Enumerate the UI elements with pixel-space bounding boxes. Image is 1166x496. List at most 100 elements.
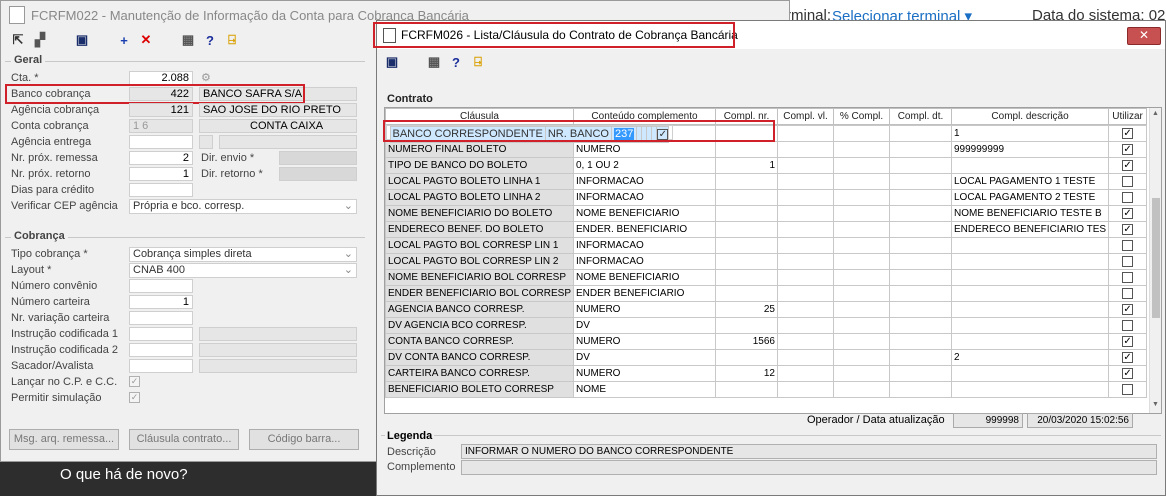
save-icon[interactable]: ▣ [381, 53, 403, 71]
table-row[interactable]: ENDERECO BENEF. DO BOLETO ENDER. BENEFICI… [385, 221, 1148, 238]
pct-compl-cell[interactable] [833, 173, 890, 190]
pct-compl-cell[interactable] [833, 349, 890, 366]
compl-dt-cell[interactable] [889, 157, 952, 174]
utilizar-checkbox[interactable]: ✓ [1122, 143, 1134, 155]
pct-compl-cell[interactable] [833, 237, 890, 254]
compl-desc-cell[interactable]: 2 [950, 349, 1110, 366]
compl-desc-cell[interactable]: 999999999 [950, 141, 1110, 158]
pct-compl-cell[interactable] [833, 381, 890, 398]
dias-field[interactable] [129, 183, 193, 197]
compl-nr-cell[interactable] [715, 381, 778, 398]
table-row[interactable]: BENEFICIARIO BOLETO CORRESP NOME [385, 381, 1148, 398]
conteudo-cell[interactable]: NUMERO [573, 301, 716, 318]
utilizar-checkbox[interactable]: ✓ [1122, 223, 1134, 235]
compl-nr-cell[interactable] [715, 189, 778, 206]
compl-dt-cell[interactable] [889, 301, 952, 318]
compl-desc-cell[interactable] [950, 317, 1110, 334]
compl-nr-cell[interactable] [715, 125, 778, 142]
utilizar-checkbox[interactable] [1122, 383, 1134, 395]
utilizar-checkbox[interactable]: ✓ [1122, 335, 1134, 347]
compl-vl-cell[interactable] [777, 221, 834, 238]
pct-compl-cell[interactable] [833, 221, 890, 238]
compl-nr-cell[interactable] [715, 221, 778, 238]
conteudo-cell[interactable]: DV [573, 349, 716, 366]
compl-desc-cell[interactable]: LOCAL PAGAMENTO 1 TESTE [950, 173, 1110, 190]
table-row[interactable]: CONTA BANCO CORRESP. NUMERO 1566 ✓ [385, 333, 1148, 350]
column-header[interactable]: % Compl. [833, 108, 890, 125]
compl-desc-cell[interactable] [950, 237, 1110, 254]
compl-nr-cell[interactable]: 25 [715, 301, 778, 318]
clausula-cell[interactable]: LOCAL PAGTO BOLETO LINHA 1 [385, 173, 574, 190]
conteudo-cell[interactable]: NUMERO [573, 141, 716, 158]
help-icon[interactable]: ? [199, 31, 221, 49]
retorno-field[interactable]: 1 [129, 167, 193, 181]
selected-text[interactable]: 237 [613, 128, 635, 140]
table-row[interactable]: DV AGENCIA BCO CORRESP. DV [385, 317, 1148, 334]
scroll-up-icon[interactable]: ▲ [1152, 110, 1159, 117]
compl-dt-cell[interactable] [889, 333, 952, 350]
pct-compl-cell[interactable] [833, 317, 890, 334]
lookup-icon[interactable]: ⚙ [201, 71, 211, 84]
column-header[interactable]: Compl. vl. [777, 108, 834, 125]
compl-dt-cell[interactable] [889, 205, 952, 222]
compl-vl-cell[interactable] [777, 333, 834, 350]
compl-desc-cell[interactable]: ENDERECO BENEFICIARIO TES [950, 221, 1110, 238]
conteudo-cell[interactable]: INFORMACAO [573, 189, 716, 206]
pct-compl-cell[interactable] [833, 125, 890, 142]
save-icon[interactable]: ▣ [71, 31, 93, 49]
agencia-code-field[interactable]: 121 [129, 103, 193, 117]
pct-compl-cell[interactable] [833, 157, 890, 174]
compl-dt-cell[interactable] [889, 173, 952, 190]
conteudo-cell[interactable]: NUMERO [573, 333, 716, 350]
dir-retorno-field[interactable] [279, 167, 357, 181]
table-row[interactable]: LOCAL PAGTO BOL CORRESP LIN 1 INFORMACAO [385, 237, 1148, 254]
conteudo-cell[interactable]: NUMERO [573, 365, 716, 382]
compl-desc-cell[interactable] [950, 269, 1110, 286]
variacao-field[interactable] [129, 311, 193, 325]
compl-dt-cell[interactable] [889, 269, 952, 286]
banco-code-field[interactable]: 422 [129, 87, 193, 101]
compl-desc-cell[interactable] [950, 365, 1110, 382]
compl-dt-cell[interactable] [889, 221, 952, 238]
window2-titlebar[interactable]: FCRFM026 - Lista/Cláusula do Contrato de… [377, 21, 1165, 49]
compl-desc-cell[interactable] [950, 333, 1110, 350]
utilizar-checkbox[interactable]: ✓ [1122, 159, 1134, 171]
cep-select[interactable]: Própria e bco. corresp. ⌄ [129, 199, 357, 214]
utilizar-checkbox[interactable] [1122, 175, 1134, 187]
pct-compl-cell[interactable] [833, 269, 890, 286]
pct-compl-cell[interactable] [833, 285, 890, 302]
pct-compl-cell[interactable] [833, 253, 890, 270]
table-row[interactable]: TIPO DE BANCO DO BOLETO 0, 1 OU 2 1 ✓ [385, 157, 1148, 174]
cta-field[interactable]: 2.088 [129, 71, 193, 85]
table-row[interactable]: AGENCIA BANCO CORRESP. NUMERO 25 ✓ [385, 301, 1148, 318]
tipo-select[interactable]: Cobrança simples direta ⌄ [129, 247, 357, 262]
compl-dt-cell[interactable] [889, 141, 952, 158]
compl-vl-cell[interactable] [777, 317, 834, 334]
compl-desc-cell[interactable]: NOME BENEFICIARIO TESTE B [950, 205, 1110, 222]
compl-vl-cell[interactable] [777, 173, 834, 190]
compl-dt-cell[interactable] [889, 349, 952, 366]
conta-field[interactable]: 1 6 [129, 119, 193, 133]
compl-desc-cell[interactable]: 1 [950, 125, 1110, 142]
compl-vl-cell[interactable] [777, 365, 834, 382]
delete-icon[interactable]: ✕ [135, 31, 157, 49]
table-row[interactable]: NUMERO FINAL BOLETO NUMERO 999999999 ✓ [385, 141, 1148, 158]
compl-nr-cell[interactable]: 12 [715, 365, 778, 382]
conteudo-cell[interactable]: NOME BENEFICIARIO [573, 269, 716, 286]
conteudo-cell[interactable]: ENDER. BENEFICIARIO [573, 221, 716, 238]
compl-dt-cell[interactable] [889, 317, 952, 334]
dir-envio-field[interactable] [279, 151, 357, 165]
compl-desc-cell[interactable] [950, 253, 1110, 270]
clausula-cell[interactable]: TIPO DE BANCO DO BOLETO [385, 157, 574, 174]
table-row[interactable]: DV CONTA BANCO CORRESP. DV 2 ✓ [385, 349, 1148, 366]
clausula-cell[interactable]: NOME BENEFICIARIO BOL CORRESP [385, 269, 574, 286]
column-header[interactable]: Compl. nr. [715, 108, 778, 125]
msg-remessa-button[interactable]: Msg. arq. remessa... [9, 429, 119, 450]
compl-vl-cell[interactable] [777, 381, 834, 398]
compl-vl-cell[interactable] [777, 349, 834, 366]
compl-desc-cell[interactable]: LOCAL PAGAMENTO 2 TESTE [950, 189, 1110, 206]
utilizar-checkbox[interactable] [1122, 271, 1134, 283]
table-row[interactable]: LOCAL PAGTO BOLETO LINHA 2 INFORMACAO LOCA… [385, 189, 1148, 206]
clausula-cell[interactable]: BENEFICIARIO BOLETO CORRESP [385, 381, 574, 398]
compl-nr-cell[interactable] [715, 317, 778, 334]
